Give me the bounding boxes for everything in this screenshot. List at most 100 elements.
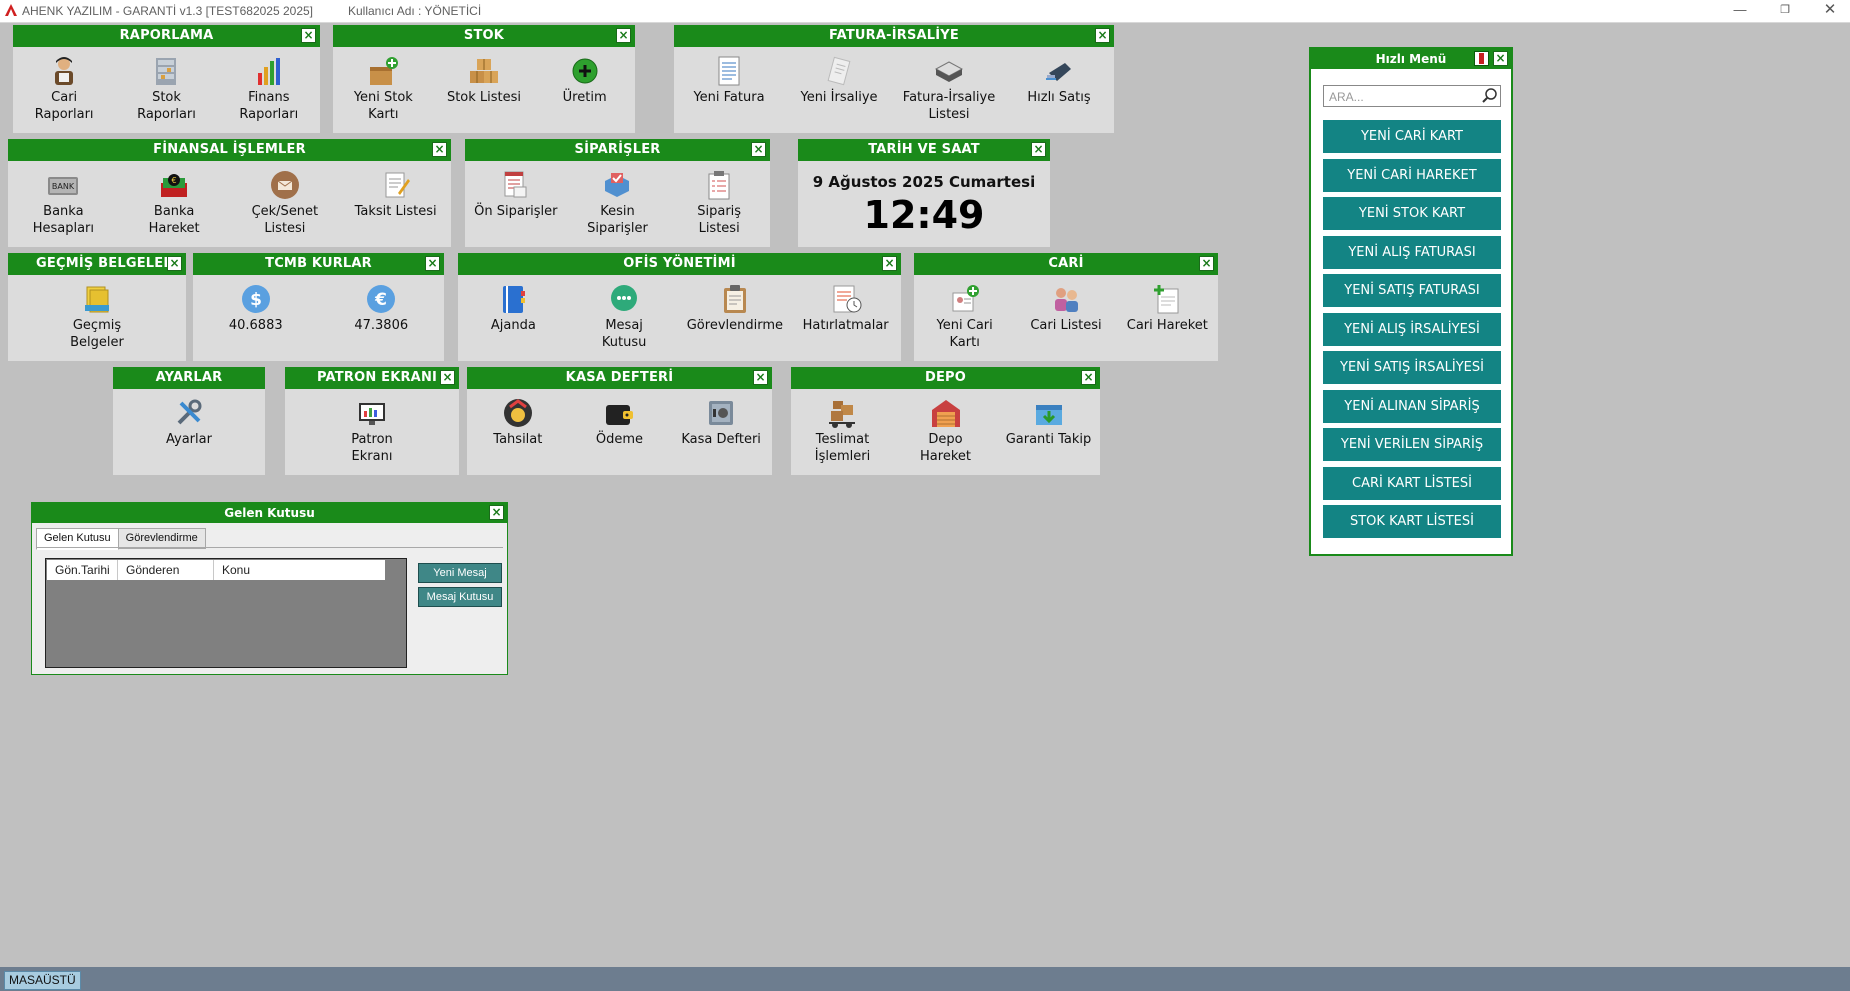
yeni-stok-karti-button[interactable]: Yeni Stok Kartı <box>335 55 431 123</box>
close-panel-button[interactable]: × <box>753 370 768 385</box>
hatirlatmalar-button[interactable]: Hatırlatmalar <box>798 283 894 334</box>
close-panel-button[interactable]: × <box>1095 28 1110 43</box>
taksit-listesi-button[interactable]: Taksit Listesi <box>348 169 444 220</box>
teslimat-islemleri-button[interactable]: Teslimat İşlemleri <box>795 397 891 465</box>
yeni-fatura-button[interactable]: Yeni Fatura <box>681 55 777 106</box>
panel-stok: STOK × Yeni Stok Kartı Stok Listesi Üret… <box>333 25 635 133</box>
title-bar: AHENK YAZILIM - GARANTİ v1.3 [TEST682025… <box>0 0 1850 23</box>
close-panel-button[interactable]: × <box>425 256 440 271</box>
quick-stok-kart-listesi-button[interactable]: STOK KART LİSTESİ <box>1323 505 1501 538</box>
stok-raporlari-button[interactable]: Stok Raporları <box>118 55 214 123</box>
close-panel-button[interactable]: × <box>1081 370 1096 385</box>
quick-yeni-alinan-siparis-button[interactable]: YENİ ALINAN SİPARİŞ <box>1323 390 1501 423</box>
stock-boxes-icon <box>469 59 498 83</box>
dollar-coin-icon: $ <box>241 285 270 313</box>
search-input[interactable] <box>1327 87 1481 107</box>
usd-rate[interactable]: $ 40.6883 <box>208 283 304 334</box>
kasa-defteri-button[interactable]: Kasa Defteri <box>673 397 769 448</box>
quick-yeni-satis-irsaliyesi-button[interactable]: YENİ SATIŞ İRSALİYESİ <box>1323 351 1501 384</box>
column-header[interactable]: Gön.Tarihi <box>47 560 118 580</box>
pin-icon[interactable] <box>1474 51 1489 66</box>
item-label: Taksit Listesi <box>354 204 437 219</box>
close-quick-menu-button[interactable]: × <box>1493 51 1508 66</box>
on-siparisler-button[interactable]: Ön Siparişler <box>468 169 564 220</box>
siparis-listesi-button[interactable]: Sipariş Listesi <box>671 169 767 237</box>
panel-title: AYARLAR <box>113 367 265 389</box>
close-inbox-button[interactable]: × <box>489 505 504 520</box>
close-panel-button[interactable]: × <box>616 28 631 43</box>
taskbar-desktop-item[interactable]: MASAÜSTÜ <box>4 971 81 990</box>
ajanda-button[interactable]: Ajanda <box>465 283 561 334</box>
close-panel-button[interactable]: × <box>1199 256 1214 271</box>
customers-group-icon <box>1054 288 1078 312</box>
quick-cari-kart-listesi-button[interactable]: CARİ KART LİSTESİ <box>1323 467 1501 500</box>
item-label: Fatura-İrsaliye Listesi <box>902 90 996 122</box>
close-panel-button[interactable]: × <box>301 28 316 43</box>
barcode-scanner-icon <box>1046 63 1071 81</box>
banka-hareket-button[interactable]: € Banka Hareket <box>126 169 222 237</box>
document-stack-icon <box>934 61 964 82</box>
maximize-button[interactable]: ❐ <box>1765 0 1805 22</box>
warranty-box-icon <box>1035 405 1062 425</box>
depo-hareket-button[interactable]: Depo Hareket <box>898 397 994 465</box>
cari-hareket-button[interactable]: Cari Hareket <box>1119 283 1215 334</box>
close-panel-button[interactable]: × <box>167 256 182 271</box>
panel-kasa-defteri: KASA DEFTERİ × Tahsilat Ödeme Kasa Defte… <box>467 367 772 475</box>
mailbox-button[interactable]: Mesaj Kutusu <box>418 587 502 607</box>
panel-title: GEÇMİŞ BELGELER <box>8 253 186 275</box>
item-label: Ajanda <box>490 318 536 333</box>
quick-yeni-cari-hareket-button[interactable]: YENİ CARİ HAREKET <box>1323 159 1501 192</box>
quick-yeni-alis-faturasi-button[interactable]: YENİ ALIŞ FATURASI <box>1323 236 1501 269</box>
tab-gorevlendirme[interactable]: Görevlendirme <box>117 528 206 549</box>
close-panel-button[interactable]: × <box>751 142 766 157</box>
kesin-siparisler-button[interactable]: Kesin Siparişler <box>569 169 665 237</box>
column-header[interactable]: Gönderen <box>118 560 214 580</box>
item-label: Cari Hareket <box>1126 318 1208 333</box>
panel-title: FİNANSAL İŞLEMLER <box>8 139 451 161</box>
cari-listesi-button[interactable]: Cari Listesi <box>1018 283 1114 334</box>
eur-rate[interactable]: € 47.3806 <box>333 283 429 334</box>
column-header[interactable]: Konu <box>214 560 385 580</box>
hizli-satis-button[interactable]: Hızlı Satış <box>1011 55 1107 106</box>
message-grid[interactable]: Gön.Tarihi Gönderen Konu <box>45 558 407 668</box>
cek-senet-listesi-button[interactable]: Çek/Senet Listesi <box>237 169 333 237</box>
new-message-button[interactable]: Yeni Mesaj <box>418 563 502 583</box>
eur-rate-value: 47.3806 <box>354 318 409 333</box>
item-label: Ödeme <box>595 432 644 447</box>
panel-title: TCMB KURLAR <box>193 253 444 275</box>
patron-ekrani-button[interactable]: Patron Ekranı <box>324 397 420 465</box>
quick-yeni-alis-irsaliyesi-button[interactable]: YENİ ALIŞ İRSALİYESİ <box>1323 313 1501 346</box>
yeni-irsaliye-button[interactable]: Yeni İrsaliye <box>791 55 887 106</box>
finans-raporlari-button[interactable]: Finans Raporları <box>221 55 317 123</box>
odeme-button[interactable]: Ödeme <box>571 397 667 448</box>
cari-raporlari-button[interactable]: Cari Raporları <box>16 55 112 123</box>
gorevlendirme-button[interactable]: Görevlendirme <box>687 283 783 334</box>
garanti-takip-button[interactable]: Garanti Takip <box>1001 397 1097 448</box>
search-icon[interactable] <box>1481 87 1499 105</box>
minimize-button[interactable]: — <box>1720 0 1760 22</box>
item-label: Geçmiş Belgeler <box>70 318 124 350</box>
fatura-irsaliye-listesi-button[interactable]: Fatura-İrsaliye Listesi <box>901 55 997 123</box>
quick-yeni-cari-kart-button[interactable]: YENİ CARİ KART <box>1323 120 1501 153</box>
item-label: Ön Siparişler <box>474 204 558 219</box>
uretim-button[interactable]: Üretim <box>537 55 633 106</box>
stok-listesi-button[interactable]: Stok Listesi <box>436 55 532 106</box>
banka-hesaplari-button[interactable]: BANK Banka Hesapları <box>15 169 111 237</box>
close-panel-button[interactable]: × <box>1031 142 1046 157</box>
ayarlar-button[interactable]: Ayarlar <box>141 397 237 448</box>
production-plus-icon <box>572 58 598 84</box>
yeni-cari-karti-button[interactable]: Yeni Cari Kartı <box>917 283 1013 351</box>
close-window-button[interactable]: ✕ <box>1810 0 1850 22</box>
quick-yeni-verilen-siparis-button[interactable]: YENİ VERİLEN SİPARİŞ <box>1323 428 1501 461</box>
tahsilat-button[interactable]: Tahsilat <box>470 397 566 448</box>
item-label: Sipariş Listesi <box>697 204 742 236</box>
close-panel-button[interactable]: × <box>440 370 455 385</box>
gecmis-belgeler-button[interactable]: Geçmiş Belgeler <box>49 283 145 351</box>
panel-finansal: FİNANSAL İŞLEMLER × BANK Banka Hesapları… <box>8 139 451 247</box>
quick-yeni-satis-faturasi-button[interactable]: YENİ SATIŞ FATURASI <box>1323 274 1501 307</box>
quick-yeni-stok-kart-button[interactable]: YENİ STOK KART <box>1323 197 1501 230</box>
close-panel-button[interactable]: × <box>432 142 447 157</box>
mesaj-kutusu-button[interactable]: Mesaj Kutusu <box>576 283 672 351</box>
close-panel-button[interactable]: × <box>882 256 897 271</box>
new-customer-card-icon <box>952 285 979 312</box>
